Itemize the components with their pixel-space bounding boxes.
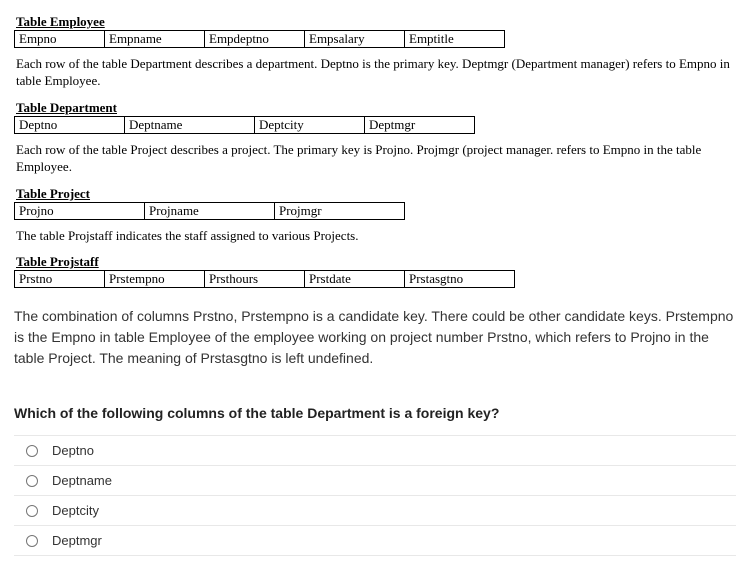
radio-deptname[interactable] <box>26 475 38 487</box>
col-prstempno: Prstempno <box>105 271 205 288</box>
explanation-text: The combination of columns Prstno, Prste… <box>14 306 736 369</box>
table-employee: Empno Empname Empdeptno Empsalary Emptit… <box>14 30 505 48</box>
table-employee-caption: Table Employee <box>16 14 740 30</box>
desc-projstaff: The table Projstaff indicates the staff … <box>16 228 734 245</box>
col-prsthours: Prsthours <box>205 271 305 288</box>
desc-department: Each row of the table Department describ… <box>16 56 734 90</box>
col-deptcity: Deptcity <box>255 116 365 133</box>
col-prstasgtno: Prstasgtno <box>405 271 515 288</box>
col-emptitle: Emptitle <box>405 31 505 48</box>
table-department-caption: Table Department <box>16 100 740 116</box>
option-label: Deptname <box>52 473 112 488</box>
col-projmgr: Projmgr <box>275 202 405 219</box>
option-deptno[interactable]: Deptno <box>14 435 736 466</box>
desc-project: Each row of the table Project describes … <box>16 142 734 176</box>
option-deptmgr[interactable]: Deptmgr <box>14 526 736 556</box>
col-prstno: Prstno <box>15 271 105 288</box>
radio-deptcity[interactable] <box>26 505 38 517</box>
table-project-caption: Table Project <box>16 186 740 202</box>
option-deptname[interactable]: Deptname <box>14 466 736 496</box>
table-department: Deptno Deptname Deptcity Deptmgr <box>14 116 475 134</box>
table-projstaff-caption: Table Projstaff <box>16 254 740 270</box>
option-label: Deptno <box>52 443 94 458</box>
table-projstaff: Prstno Prstempno Prsthours Prstdate Prst… <box>14 270 515 288</box>
col-deptmgr: Deptmgr <box>365 116 475 133</box>
col-empdeptno: Empdeptno <box>205 31 305 48</box>
col-prstdate: Prstdate <box>305 271 405 288</box>
col-deptno: Deptno <box>15 116 125 133</box>
col-empname: Empname <box>105 31 205 48</box>
col-deptname: Deptname <box>125 116 255 133</box>
option-deptcity[interactable]: Deptcity <box>14 496 736 526</box>
option-label: Deptcity <box>52 503 99 518</box>
question-text: Which of the following columns of the ta… <box>14 405 736 421</box>
option-label: Deptmgr <box>52 533 102 548</box>
radio-deptmgr[interactable] <box>26 535 38 547</box>
col-projname: Projname <box>145 202 275 219</box>
col-empno: Empno <box>15 31 105 48</box>
options-group: Deptno Deptname Deptcity Deptmgr <box>14 435 736 556</box>
col-projno: Projno <box>15 202 145 219</box>
table-project: Projno Projname Projmgr <box>14 202 405 220</box>
col-empsalary: Empsalary <box>305 31 405 48</box>
radio-deptno[interactable] <box>26 445 38 457</box>
